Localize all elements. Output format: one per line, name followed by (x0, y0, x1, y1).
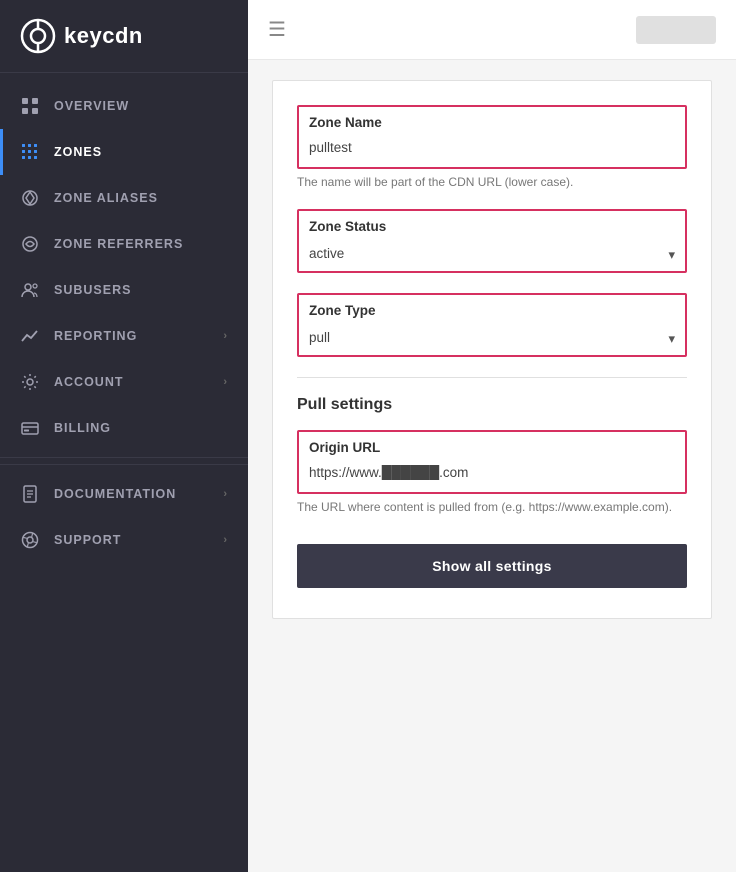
topbar: ☰ (248, 0, 736, 60)
zone-status-outlined: Zone Status active inactive ▾ (297, 209, 687, 273)
sidebar-divider (0, 457, 248, 458)
logo-container: keycdn (0, 0, 248, 73)
zone-type-label: Zone Type (299, 295, 685, 322)
zone-status-select-wrap: active inactive ▾ (299, 238, 685, 271)
origin-url-outlined: Origin URL (297, 430, 687, 494)
sidebar-item-overview-label: OVERVIEW (54, 99, 129, 113)
account-arrow: › (223, 376, 228, 388)
chart-icon (20, 326, 40, 346)
zone-type-select-wrap: pull push ▾ (299, 322, 685, 355)
sidebar-item-zone-referrers[interactable]: ZONE REFERRERS (0, 221, 248, 267)
sidebar-item-account-label: ACCOUNT (54, 375, 124, 389)
origin-url-hint: The URL where content is pulled from (e.… (297, 500, 687, 514)
sidebar: keycdn OVERVIEW (0, 0, 248, 872)
sidebar-item-documentation-label: DOCUMENTATION (54, 487, 176, 501)
zone-name-label: Zone Name (299, 107, 685, 134)
sidebar-item-subusers-label: SUBUSERS (54, 283, 131, 297)
page-content: Zone Name The name will be part of the C… (248, 60, 736, 872)
zone-name-outlined: Zone Name (297, 105, 687, 169)
section-divider (297, 377, 687, 378)
sidebar-item-reporting[interactable]: REPORTING › (0, 313, 248, 359)
zone-status-field-group: Zone Status active inactive ▾ (297, 209, 687, 273)
sidebar-item-documentation[interactable]: DOCUMENTATION › (0, 471, 248, 517)
zone-status-label: Zone Status (299, 211, 685, 238)
topbar-user (636, 16, 716, 44)
sidebar-item-overview[interactable]: OVERVIEW (0, 83, 248, 129)
grid-icon (20, 96, 40, 116)
support-icon (20, 530, 40, 550)
sidebar-item-support[interactable]: SUPPORT › (0, 517, 248, 563)
form-card: Zone Name The name will be part of the C… (272, 80, 712, 619)
sidebar-item-subusers[interactable]: SUBUSERS (0, 267, 248, 313)
origin-url-label: Origin URL (299, 432, 685, 459)
zone-type-field-group: Zone Type pull push ▾ (297, 293, 687, 357)
origin-url-field-group: Origin URL The URL where content is pull… (297, 430, 687, 514)
pull-settings-title: Pull settings (297, 396, 687, 414)
zone-name-hint: The name will be part of the CDN URL (lo… (297, 175, 687, 189)
sidebar-bottom: DOCUMENTATION › SUPPORT › (0, 464, 248, 563)
show-all-settings-button[interactable]: Show all settings (297, 544, 687, 588)
billing-icon (20, 418, 40, 438)
sidebar-item-billing-label: BILLING (54, 421, 111, 435)
diamond-icon-aliases (20, 188, 40, 208)
sidebar-item-zone-aliases-label: ZONE ALIASES (54, 191, 158, 205)
sidebar-item-support-label: SUPPORT (54, 533, 121, 547)
dots-grid-icon (20, 142, 40, 162)
hamburger-icon[interactable]: ☰ (268, 17, 286, 42)
zone-status-select[interactable]: active inactive (299, 238, 685, 271)
documentation-arrow: › (223, 488, 228, 500)
sidebar-item-billing[interactable]: BILLING (0, 405, 248, 451)
sidebar-item-account[interactable]: ACCOUNT › (0, 359, 248, 405)
gear-icon (20, 372, 40, 392)
logo-icon (20, 18, 56, 54)
diamond-icon-referrers (20, 234, 40, 254)
support-arrow: › (223, 534, 228, 546)
doc-icon (20, 484, 40, 504)
zone-type-select[interactable]: pull push (299, 322, 685, 355)
zone-type-outlined: Zone Type pull push ▾ (297, 293, 687, 357)
sidebar-item-zone-referrers-label: ZONE REFERRERS (54, 237, 183, 251)
sidebar-item-zone-aliases[interactable]: ZONE ALIASES (0, 175, 248, 221)
sidebar-item-zones[interactable]: ZONES (0, 129, 248, 175)
zone-name-input[interactable] (299, 134, 685, 167)
origin-url-input[interactable] (299, 459, 685, 492)
main-content: ☰ Zone Name The name will be part of the… (248, 0, 736, 872)
zone-name-field-group: Zone Name The name will be part of the C… (297, 105, 687, 189)
sidebar-item-zones-label: ZONES (54, 145, 102, 159)
people-icon (20, 280, 40, 300)
sidebar-nav: OVERVIEW ZONES (0, 73, 248, 872)
sidebar-item-reporting-label: REPORTING (54, 329, 137, 343)
reporting-arrow: › (223, 330, 228, 342)
logo-text: keycdn (64, 23, 143, 49)
